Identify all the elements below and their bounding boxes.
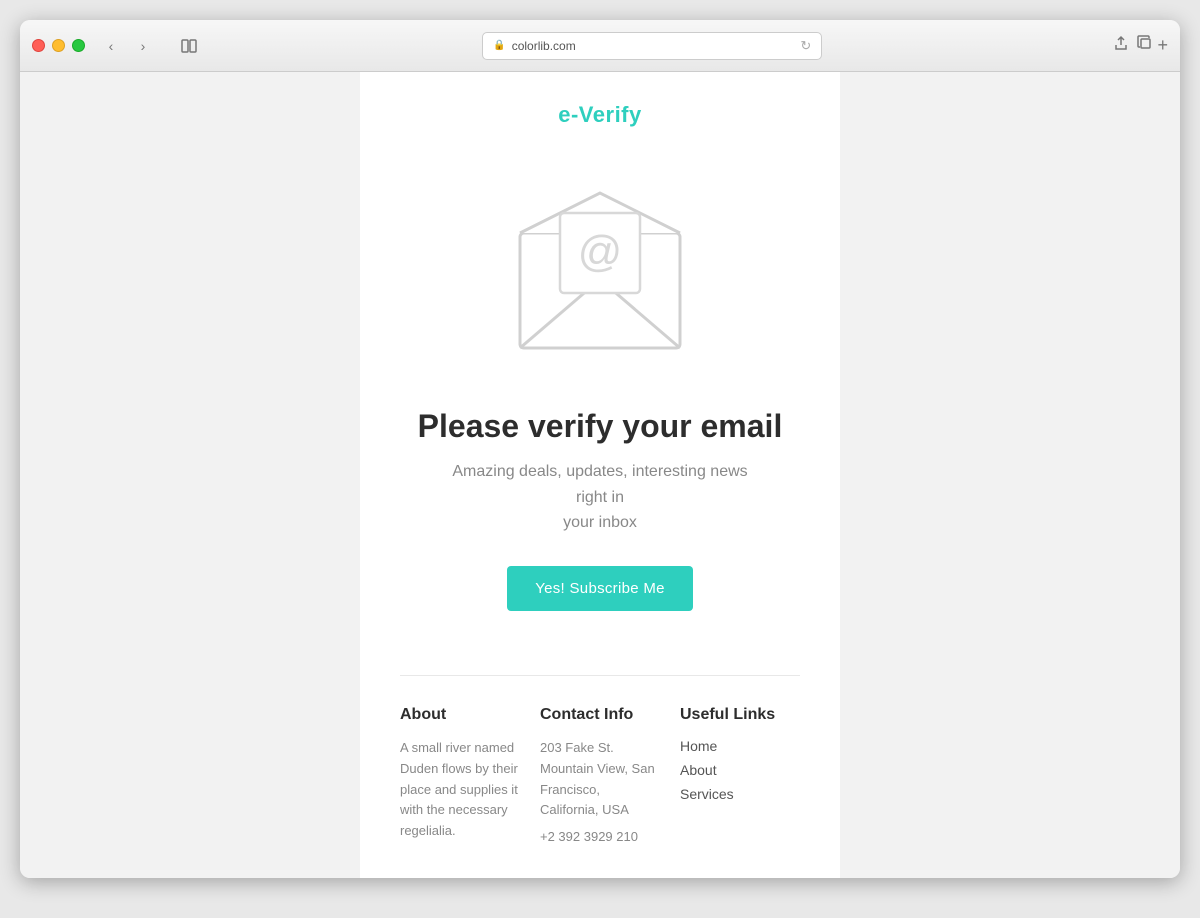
- nav-buttons: ‹ ›: [97, 35, 157, 57]
- share-icon[interactable]: [1113, 35, 1129, 56]
- add-tab-button[interactable]: +: [1157, 35, 1168, 56]
- main-heading: Please verify your email: [418, 408, 783, 445]
- maximize-button[interactable]: [72, 39, 85, 52]
- browser-content: e-Verify @: [20, 72, 1180, 878]
- close-button[interactable]: [32, 39, 45, 52]
- footer-about-title: About: [400, 706, 520, 724]
- footer-contact-col: Contact Info 203 Fake St. Mountain View,…: [540, 706, 660, 848]
- traffic-lights: [32, 39, 85, 52]
- footer-about-col: About A small river named Duden flows by…: [400, 706, 520, 848]
- reload-icon[interactable]: ↻: [800, 38, 811, 54]
- lock-icon: 🔒: [493, 40, 505, 51]
- footer-contact-phone: +2 392 3929 210: [540, 827, 660, 848]
- main-section: e-Verify @: [360, 72, 840, 675]
- svg-text:@: @: [578, 227, 623, 276]
- footer-link-home[interactable]: Home: [680, 738, 800, 754]
- address-bar-area: 🔒 colorlib.com ↻: [203, 32, 1101, 60]
- footer: About A small river named Duden flows by…: [360, 676, 840, 878]
- footer-contact-title: Contact Info: [540, 706, 660, 724]
- page-wrapper: e-Verify @: [20, 72, 1180, 878]
- duplicate-icon[interactable]: [1137, 35, 1153, 56]
- subscribe-button[interactable]: Yes! Subscribe Me: [507, 566, 693, 611]
- main-subtext: Amazing deals, updates, interesting news…: [440, 459, 760, 536]
- reader-view-button[interactable]: [175, 35, 203, 57]
- footer-contact-address: 203 Fake St. Mountain View, San Francisc…: [540, 738, 660, 821]
- browser-titlebar: ‹ › 🔒 colorlib.com ↻: [20, 20, 1180, 72]
- back-button[interactable]: ‹: [97, 35, 125, 57]
- footer-links-col: Useful Links Home About Services: [680, 706, 800, 848]
- footer-links-title: Useful Links: [680, 706, 800, 724]
- address-bar[interactable]: 🔒 colorlib.com ↻: [482, 32, 822, 60]
- envelope-illustration: @: [490, 158, 710, 378]
- browser-actions: [1113, 35, 1153, 56]
- footer-about-text: A small river named Duden flows by their…: [400, 738, 520, 842]
- page-content: e-Verify @: [360, 72, 840, 878]
- minimize-button[interactable]: [52, 39, 65, 52]
- url-text: colorlib.com: [512, 39, 576, 53]
- forward-button[interactable]: ›: [129, 35, 157, 57]
- footer-link-about[interactable]: About: [680, 762, 800, 778]
- browser-window: ‹ › 🔒 colorlib.com ↻: [20, 20, 1180, 878]
- footer-link-services[interactable]: Services: [680, 786, 800, 802]
- logo: e-Verify: [558, 102, 642, 128]
